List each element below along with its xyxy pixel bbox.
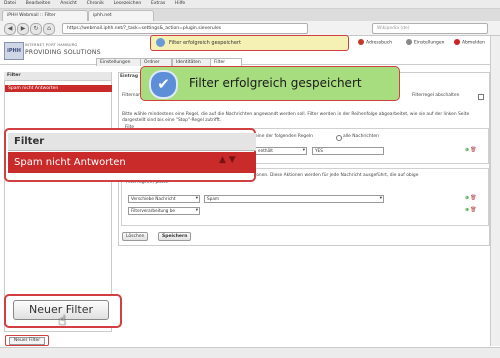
nav-logout[interactable]: Abmelden: [454, 39, 485, 48]
menu-history[interactable]: Chronik: [87, 0, 104, 8]
menu-help[interactable]: Hilfe: [175, 0, 185, 8]
rule-operator-select[interactable]: enthält: [255, 147, 307, 155]
edit-panel-title: Eintrag: [120, 74, 138, 79]
action-row-1-controls: ⊕🗑: [465, 195, 477, 201]
delete-rule-icon[interactable]: 🗑: [470, 147, 476, 153]
browser-tab-iphh[interactable]: iphh.net: [88, 10, 154, 21]
menu-tools[interactable]: Extras: [151, 0, 165, 8]
tab-identities[interactable]: Identitäten: [172, 58, 212, 66]
logout-icon: [454, 39, 460, 45]
menu-file[interactable]: Datei: [4, 0, 16, 8]
browser-menubar: Datei Bearbeiten Ansicht Chronik Lesezei…: [0, 0, 500, 9]
browser-statusbar: [0, 347, 500, 358]
action-type-select-2[interactable]: Filterverarbeitung be: [128, 207, 200, 215]
delete-action-icon[interactable]: 🗑: [470, 195, 476, 201]
page-scrollbar[interactable]: [490, 36, 500, 346]
action-row-2-controls: ⊕🗑: [465, 207, 477, 213]
settings-icon: [406, 39, 412, 45]
new-filter-button[interactable]: Neuer Filter: [9, 337, 45, 345]
browser-search-input[interactable]: Wikipedia (de): [372, 23, 488, 34]
logo-tagline-bottom: PROVIDING SOLUTIONS: [25, 49, 101, 56]
tab-folders[interactable]: Ordner: [140, 58, 172, 66]
url-bar[interactable]: https://webmail.iphh.net/?_task=settings…: [62, 23, 308, 34]
add-action-icon[interactable]: ⊕: [465, 207, 469, 213]
filter-list-item[interactable]: Spam nicht Antworten: [5, 85, 112, 92]
logo-tagline-top: INTERNET PORT HAMBURG: [25, 43, 78, 47]
reload-icon[interactable]: ↻: [30, 23, 42, 35]
delete-action-icon[interactable]: 🗑: [470, 207, 476, 213]
match-all-label: alle Nachrichten: [343, 134, 379, 139]
action-type-select-1[interactable]: Verschiebe Nachricht: [128, 195, 200, 203]
addressbook-icon: [358, 39, 364, 45]
forward-icon[interactable]: ▶: [17, 23, 29, 35]
browser-tabbar: iPHH Webmail :: Filter iphh.net: [0, 9, 500, 21]
hand-cursor-icon: ☝: [58, 313, 67, 329]
save-button[interactable]: Speichern: [158, 232, 192, 241]
disable-filter-label: Filterregel abschalten: [412, 93, 460, 98]
add-action-icon[interactable]: ⊕: [465, 195, 469, 201]
tab-settings[interactable]: Einstellungen: [96, 58, 142, 66]
filter-list-header: Filter: [4, 72, 111, 81]
menu-edit[interactable]: Bearbeiten: [26, 0, 51, 8]
notification-callout-text: Filter erfolgreich gespeichert: [189, 76, 362, 90]
action-target-select-1[interactable]: Spam: [204, 195, 384, 203]
rule-row-controls: ⊕🗑: [465, 147, 477, 153]
back-icon[interactable]: ◀: [4, 23, 16, 35]
browser-tab-webmail[interactable]: iPHH Webmail :: Filter: [2, 10, 88, 21]
add-rule-icon[interactable]: ⊕: [465, 147, 469, 153]
nav-settings[interactable]: Einstellungen: [406, 39, 445, 48]
match-all-radio[interactable]: [336, 135, 342, 141]
success-check-icon: [156, 38, 165, 47]
tab-filter[interactable]: Filter: [210, 58, 242, 66]
delete-button[interactable]: Löschen: [122, 232, 149, 241]
menu-bookmarks[interactable]: Lesezeichen: [114, 0, 142, 8]
notification-banner-small: Filter erfolgreich gespeichert: [150, 35, 349, 51]
filter-list-panel: [4, 72, 112, 332]
actions-intro-text: ionen. Diese Aktionen werden für jede Na…: [255, 173, 419, 178]
menu-view[interactable]: Ansicht: [60, 0, 77, 8]
iphh-logo: iPHH: [4, 42, 24, 60]
filter-list-zoom-header: Filter: [8, 133, 256, 151]
home-icon[interactable]: ⌂: [43, 23, 55, 35]
nav-addressbook[interactable]: Adressbuch: [358, 39, 392, 48]
success-check-icon: ✔: [149, 70, 178, 99]
reorder-arrows-icon[interactable]: ▲ ▼: [219, 155, 236, 165]
disable-filter-checkbox[interactable]: [478, 94, 484, 100]
match-any-label: eine der folgenden Regeln: [255, 134, 313, 139]
filter-intro-text: Bitte wähle mindestens eine Regel, die a…: [122, 112, 470, 123]
rule-value-input[interactable]: YES: [312, 147, 384, 155]
